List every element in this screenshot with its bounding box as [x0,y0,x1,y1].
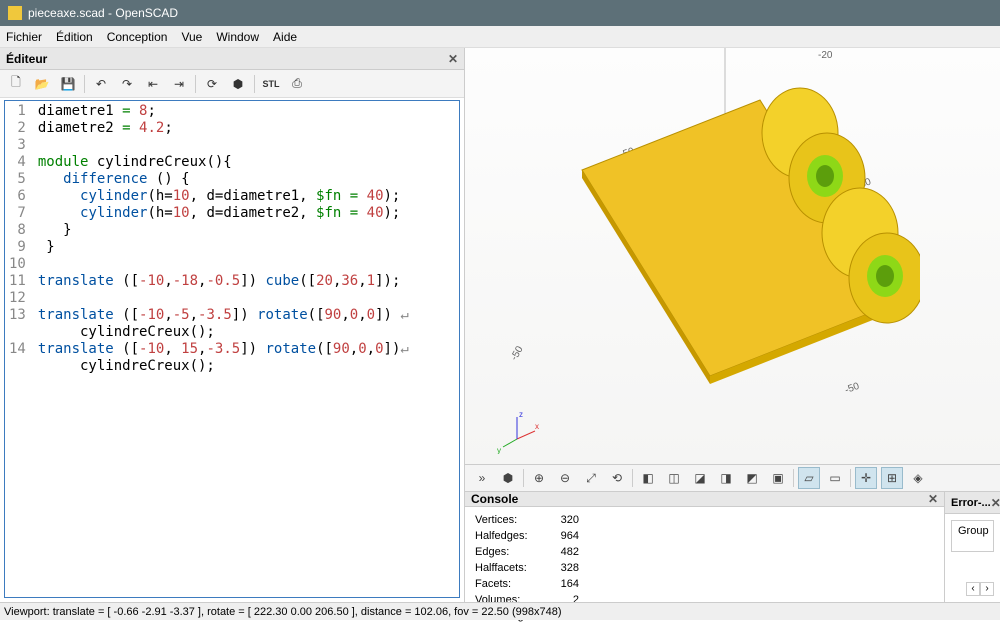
error-title: Error-... [951,497,991,509]
error-prev-icon[interactable]: ‹ [966,582,980,596]
viewport-tick: -20 [818,50,832,61]
model-render [570,78,920,398]
toolbar-divider [195,75,196,93]
show-edges-icon[interactable]: ◈ [907,467,929,489]
zoom-out-icon[interactable]: ⊖ [554,467,576,489]
editor-title: Éditeur [6,52,47,66]
main-container: Éditeur ✕ 🗋 📂 💾 ↶ ↷ ⇤ ⇥ ⟳ ⬢ STL ⎙ 123456… [0,48,1000,602]
new-icon[interactable]: 🗋 [6,74,26,94]
editor-header: Éditeur ✕ [0,48,464,70]
ortho-icon[interactable]: ▭ [824,467,846,489]
editor-toolbar: 🗋 📂 💾 ↶ ↷ ⇤ ⇥ ⟳ ⬢ STL ⎙ [0,70,464,98]
app-logo-icon [8,6,22,20]
undo-icon[interactable]: ↶ [91,74,111,94]
bottom-panels: Console ✕ Vertices:320 Halfedges:964 Edg… [465,492,1000,602]
zoom-in-icon[interactable]: ⊕ [528,467,550,489]
save-icon[interactable]: 💾 [58,74,78,94]
toolbar-divider [523,469,524,487]
show-axes-icon[interactable]: ✛ [855,467,877,489]
window-title: pieceaxe.scad - OpenSCAD [28,6,178,20]
toolbar-divider [632,469,633,487]
error-next-icon[interactable]: › [980,582,994,596]
view-back-icon[interactable]: ▣ [767,467,789,489]
menu-window[interactable]: Window [216,30,259,44]
view-toolbar: » ⬢ ⊕ ⊖ ⤢ ⟲ ◧ ◫ ◪ ◨ ◩ ▣ ▱ ▭ ✛ ⊞ ◈ [465,464,1000,492]
preview-icon[interactable]: » [471,467,493,489]
right-panel: -20 -50 50 -50 -50 x y z [465,48,1000,602]
console-panel: Console ✕ Vertices:320 Halfedges:964 Edg… [465,492,945,602]
line-gutter: 12345678910111213 14 [5,101,32,597]
wrap-icon: ↵ [400,307,408,324]
code-editor[interactable]: 12345678910111213 14 diametre1 = 8; diam… [4,100,460,598]
view-front-icon[interactable]: ◩ [741,467,763,489]
wrap-icon: ↵ [400,341,408,358]
toolbar-divider [850,469,851,487]
code-content[interactable]: diametre1 = 8; diametre2 = 4.2; module c… [32,101,415,597]
print-icon[interactable]: ⎙ [287,74,307,94]
show-scale-icon[interactable]: ⊞ [881,467,903,489]
redo-icon[interactable]: ↷ [117,74,137,94]
viewport-3d[interactable]: -20 -50 50 -50 -50 x y z [465,48,1000,464]
svg-text:y: y [497,446,501,454]
menu-edit[interactable]: Édition [56,30,93,44]
error-close-icon[interactable]: ✕ [991,496,1000,510]
editor-close-icon[interactable]: ✕ [448,52,458,66]
editor-panel: Éditeur ✕ 🗋 📂 💾 ↶ ↷ ⇤ ⇥ ⟳ ⬢ STL ⎙ 123456… [0,48,465,602]
svg-text:z: z [519,410,523,419]
menu-view[interactable]: Vue [181,30,202,44]
console-close-icon[interactable]: ✕ [928,492,938,506]
toolbar-divider [254,75,255,93]
window-titlebar: pieceaxe.scad - OpenSCAD [0,0,1000,26]
console-title: Console [471,492,518,506]
unindent-icon[interactable]: ⇤ [143,74,163,94]
error-group-box: Group [951,520,994,552]
indent-icon[interactable]: ⇥ [169,74,189,94]
view-bottom-icon[interactable]: ◪ [689,467,711,489]
console-header: Console ✕ [465,492,944,507]
console-stats: Vertices:320 Halfedges:964 Edges:482 Hal… [473,511,581,609]
zoom-fit-icon[interactable]: ⤢ [580,467,602,489]
statusbar-text: Viewport: translate = [ -0.66 -2.91 -3.3… [4,606,562,618]
render-icon[interactable]: ⬢ [228,74,248,94]
toolbar-divider [84,75,85,93]
error-panel: Error-... ✕ Group ‹ › [945,492,1000,602]
preview-icon[interactable]: ⟳ [202,74,222,94]
viewport-tick: -50 [509,344,526,362]
perspective-icon[interactable]: ▱ [798,467,820,489]
axis-gizmo-icon: x y z [495,409,540,454]
stl-export-icon[interactable]: STL [261,74,281,94]
menu-help[interactable]: Aide [273,30,297,44]
reset-view-icon[interactable]: ⟲ [606,467,628,489]
open-icon[interactable]: 📂 [32,74,52,94]
menubar: Fichier Édition Conception Vue Window Ai… [0,26,1000,48]
svg-text:x: x [535,422,539,431]
view-right-icon[interactable]: ◧ [637,467,659,489]
menu-design[interactable]: Conception [107,30,168,44]
toolbar-divider [793,469,794,487]
render-icon[interactable]: ⬢ [497,467,519,489]
menu-file[interactable]: Fichier [6,30,42,44]
statusbar: Viewport: translate = [ -0.66 -2.91 -3.3… [0,602,1000,620]
error-header: Error-... ✕ [945,492,1000,514]
view-top-icon[interactable]: ◫ [663,467,685,489]
view-left-icon[interactable]: ◨ [715,467,737,489]
